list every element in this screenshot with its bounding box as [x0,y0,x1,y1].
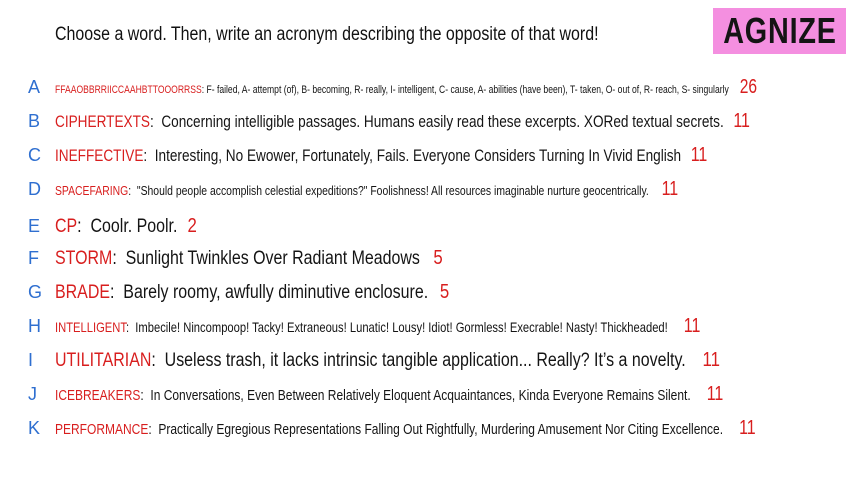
entry-definition: Useless trash, it lacks intrinsic tangib… [164,349,686,371]
entry-word: PERFORMANCE [55,420,149,438]
entry-word: ICEBREAKERS [55,386,141,404]
entry-definition: In Conversations, Even Between Relativel… [150,386,691,404]
entry-line: STORM: Sunlight Twinkles Over Radiant Me… [55,246,443,269]
entry-definition: Sunlight Twinkles Over Radiant Meadows [125,247,420,269]
entry-letter: A [28,76,41,97]
entry-score: 11 [661,177,679,200]
entry-definition: Interesting, No Ewower, Fortunately, Fai… [154,145,682,165]
entry-letter: H [28,315,41,336]
entry-definition: Barely roomy, awfully diminutive enclosu… [123,281,429,303]
entry-word: UTILITARIAN [55,349,152,371]
entry-line: CP: Coolr. Poolr. 2 [55,214,197,237]
entry-score: 5 [433,246,443,269]
entry-word: BRADE [55,281,110,303]
entry-score: 11 [739,416,756,439]
entry-letter: K [28,417,41,438]
entry-word: FFAAOBBRRIICCAAHBTTOOORRSS [55,83,202,96]
entry-definition: Imbecile! Nincompoop! Tacky! Extraneous!… [135,318,668,335]
entry-definition: Practically Egregious Representations Fa… [158,420,724,438]
entry-definition: F- failed, A- attempt (of), B- becoming,… [206,83,729,96]
entry-letter: J [28,383,37,404]
entry-letter: I [28,349,34,370]
entry-definition: "Should people accomplish celestial expe… [136,182,649,198]
entry-line: BRADE: Barely roomy, awfully diminutive … [55,280,450,303]
entry-line: UTILITARIAN: Useless trash, it lacks int… [55,348,720,371]
entry-score: 26 [739,75,758,98]
entry-letter: G [28,281,43,302]
entry-word: INEFFECTIVE [55,145,144,165]
entry-line: SPACEFARING: "Should people accomplish c… [55,177,679,200]
entry-score: 2 [187,214,197,237]
entry-letter: C [28,144,41,165]
entry-score: 11 [683,314,701,337]
entry-score: 11 [706,382,724,405]
entry-letter: D [28,178,41,199]
entry-definition: Concerning intelligible passages. Humans… [161,111,724,131]
entry-line: PERFORMANCE: Practically Egregious Repre… [55,416,756,439]
game-logo: AGNIZE [713,8,846,54]
entry-word: INTELLIGENT [55,318,126,335]
entry-score: 5 [439,280,450,303]
entry-word: CP [55,215,78,237]
entry-word: SPACEFARING [55,182,129,198]
entry-line: INEFFECTIVE: Interesting, No Ewower, For… [55,143,708,166]
logo-text: AGNIZE [722,10,837,51]
entry-line: FFAAOBBRRIICCAAHBTTOOORRSS: F- failed, A… [55,75,758,98]
entry-letter: E [28,215,41,236]
entry-score: 11 [702,348,720,371]
entry-line: ICEBREAKERS: In Conversations, Even Betw… [55,382,724,405]
entry-word: STORM [55,247,113,269]
entry-line: CIPHERTEXTS: Concerning intelligible pas… [55,109,750,132]
entry-score: 11 [733,109,750,132]
prompt-text: Choose a word. Then, write an acronym de… [55,24,599,45]
entry-letter: F [28,247,39,268]
entry-letter: B [28,110,41,131]
entry-score: 11 [690,143,708,166]
entry-definition: Coolr. Poolr. [90,215,178,237]
entry-line: INTELLIGENT: Imbecile! Nincompoop! Tacky… [55,314,701,337]
entry-word: CIPHERTEXTS [55,111,150,131]
